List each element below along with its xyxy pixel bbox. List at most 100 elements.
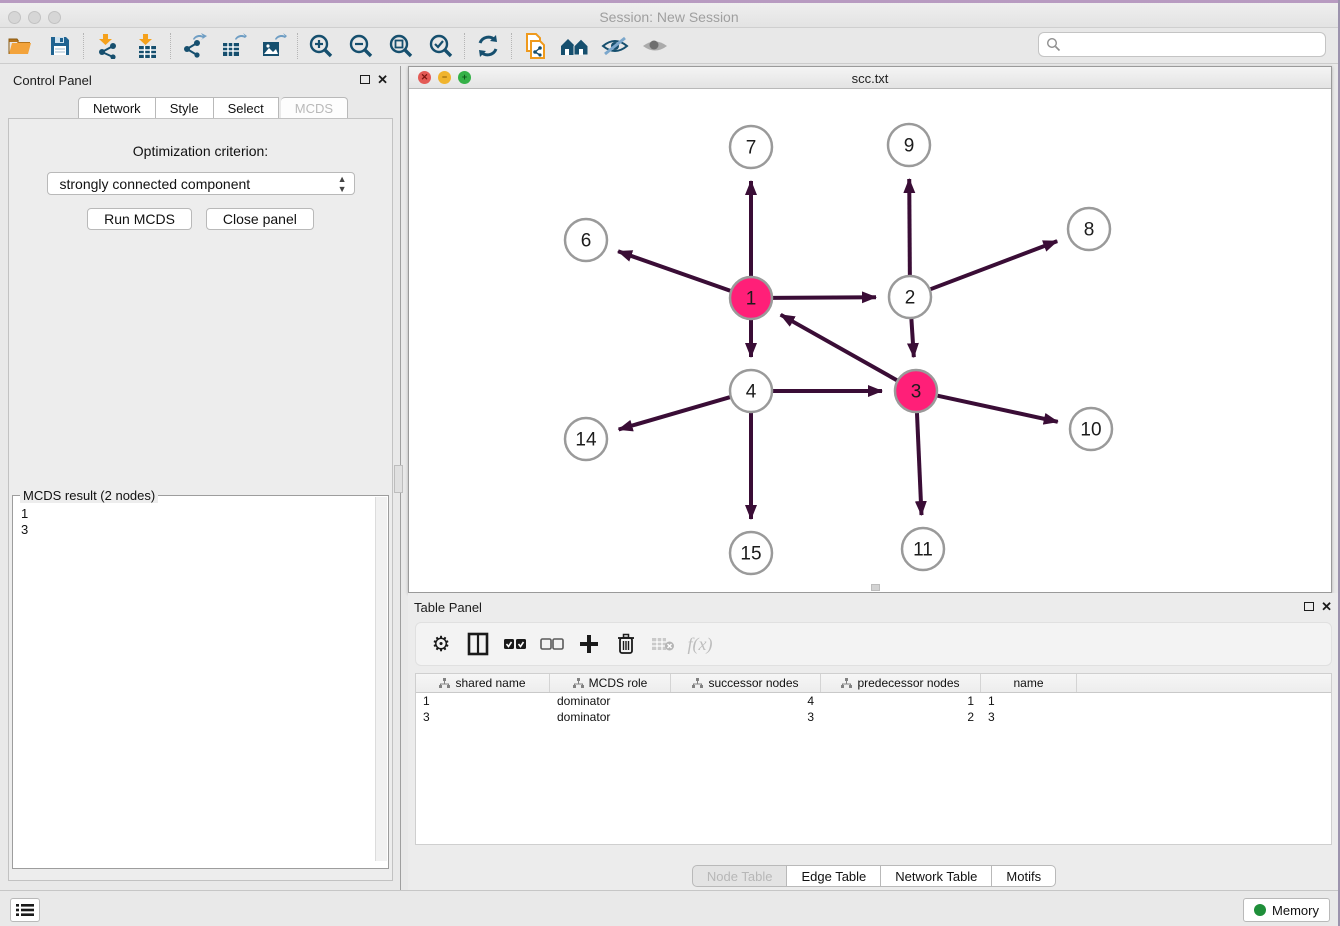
graph-node-label: 1 [746, 289, 757, 310]
show-all-button[interactable] [635, 30, 675, 62]
export-network-icon [181, 33, 207, 59]
column-header-predecessor-nodes[interactable]: predecessor nodes [821, 674, 981, 692]
plus-icon [579, 634, 599, 654]
graph-node-6[interactable]: 6 [565, 219, 607, 261]
control-panel-tabs: Network Style Select MCDS [78, 97, 348, 119]
graph-node-14[interactable]: 14 [565, 418, 607, 460]
tab-mcds[interactable]: MCDS [281, 97, 348, 119]
graph-node-15[interactable]: 15 [730, 532, 772, 574]
result-scrollbar[interactable] [375, 497, 387, 861]
cell-shared-name: 3 [416, 709, 550, 725]
graph-node-1[interactable]: 1 [730, 277, 772, 319]
float-panel-icon[interactable] [360, 75, 370, 84]
network-window-titlebar[interactable]: ✕ − + scc.txt [409, 67, 1331, 89]
delete-column-button[interactable] [611, 629, 641, 659]
cell-name: 1 [981, 693, 1077, 709]
delete-table-button [648, 629, 678, 659]
close-panel-icon[interactable]: ✕ [377, 72, 388, 88]
graph-edge-1-2[interactable] [773, 297, 876, 298]
save-session-button[interactable] [40, 30, 80, 62]
canvas-scroll-thumb[interactable] [871, 584, 880, 591]
app-title: Session: New Session [0, 9, 1338, 25]
float-panel-icon[interactable] [1304, 602, 1314, 611]
node-table[interactable]: shared name MCDS role successor nodes pr… [415, 673, 1332, 845]
network-view-window: ✕ − + scc.txt 7 9 6 8 1 2 4 3 10 14 15 11 [408, 66, 1332, 593]
tree-icon [439, 678, 450, 689]
zoom-in-button[interactable] [301, 30, 341, 62]
graph-edge-2-9[interactable] [909, 179, 910, 275]
graph-edge-3-11[interactable] [917, 413, 922, 515]
control-panel-title: Control Panel [13, 73, 92, 88]
tab-network[interactable]: Network [78, 97, 156, 119]
hide-selected-button[interactable] [595, 30, 635, 62]
open-session-button[interactable] [0, 30, 40, 62]
hide-all-columns-button[interactable] [537, 629, 567, 659]
criterion-dropdown[interactable]: strongly connected component ▲▼ [47, 172, 355, 195]
panel-splitter-grip[interactable] [394, 465, 403, 493]
function-builder-button: f(x) [685, 629, 715, 659]
column-header-shared-name[interactable]: shared name [416, 674, 550, 692]
network-canvas[interactable]: 7 9 6 8 1 2 4 3 10 14 15 11 [409, 89, 1331, 592]
tab-network-table[interactable]: Network Table [881, 865, 992, 887]
export-image-button[interactable] [254, 30, 294, 62]
graph-edge-3-10[interactable] [937, 396, 1057, 422]
memory-button[interactable]: Memory [1243, 898, 1330, 922]
graph-node-3[interactable]: 3 [895, 370, 937, 412]
search-input[interactable] [1061, 37, 1325, 52]
graph-node-2[interactable]: 2 [889, 276, 931, 318]
graph-node-label: 11 [913, 540, 933, 561]
zoom-selected-button[interactable] [421, 30, 461, 62]
toolbar-separator [297, 33, 298, 59]
tab-edge-table[interactable]: Edge Table [787, 865, 881, 887]
export-network-button[interactable] [174, 30, 214, 62]
column-header-mcds-role[interactable]: MCDS role [550, 674, 671, 692]
zoom-fit-button[interactable] [381, 30, 421, 62]
graph-node-11[interactable]: 11 [902, 528, 944, 570]
graph-node-4[interactable]: 4 [730, 370, 772, 412]
search-box[interactable] [1038, 32, 1326, 57]
tab-style[interactable]: Style [156, 97, 214, 119]
import-table-button[interactable] [127, 30, 167, 62]
graph-node-label: 6 [581, 231, 592, 252]
show-all-columns-button[interactable] [500, 629, 530, 659]
graph-node-label: 8 [1084, 220, 1095, 241]
import-table-icon [135, 33, 159, 59]
graph-node-10[interactable]: 10 [1070, 408, 1112, 450]
export-table-button[interactable] [214, 30, 254, 62]
column-header-successor-nodes[interactable]: successor nodes [671, 674, 821, 692]
column-mode-button[interactable] [463, 629, 493, 659]
export-table-icon [221, 33, 247, 59]
graph-edge-2-3[interactable] [911, 319, 913, 357]
graph-node-9[interactable]: 9 [888, 124, 930, 166]
create-column-button[interactable] [574, 629, 604, 659]
toolbar-separator [464, 33, 465, 59]
eye-icon [641, 35, 669, 57]
graph-edge-1-6[interactable] [618, 251, 730, 290]
graph-node-7[interactable]: 7 [730, 126, 772, 168]
table-panel-header: Table Panel ✕ [408, 593, 1340, 621]
close-panel-button[interactable]: Close panel [206, 208, 314, 230]
tab-select[interactable]: Select [214, 97, 279, 119]
tab-motifs[interactable]: Motifs [992, 865, 1056, 887]
graph-edge-3-1[interactable] [781, 315, 897, 381]
task-history-button[interactable] [10, 898, 40, 922]
column-header-name[interactable]: name [981, 674, 1077, 692]
graph-edge-4-14[interactable] [619, 397, 730, 429]
close-panel-icon[interactable]: ✕ [1321, 599, 1332, 615]
table-row[interactable]: 3 dominator 3 2 3 [416, 709, 1331, 725]
table-row[interactable]: 1 dominator 4 1 1 [416, 693, 1331, 709]
graph-node-8[interactable]: 8 [1068, 208, 1110, 250]
zoom-out-button[interactable] [341, 30, 381, 62]
table-toolbar: ⚙ f(x) [415, 622, 1332, 666]
first-neighbors-button[interactable] [555, 30, 595, 62]
save-icon [49, 35, 71, 57]
run-mcds-button[interactable]: Run MCDS [87, 208, 192, 230]
titlebar: Session: New Session [0, 0, 1338, 28]
cell-predecessor-nodes: 1 [821, 693, 981, 709]
table-settings-button[interactable]: ⚙ [426, 629, 456, 659]
clone-network-button[interactable] [515, 30, 555, 62]
import-network-button[interactable] [87, 30, 127, 62]
refresh-button[interactable] [468, 30, 508, 62]
tab-node-table[interactable]: Node Table [692, 865, 788, 887]
graph-edge-2-8[interactable] [931, 241, 1058, 289]
